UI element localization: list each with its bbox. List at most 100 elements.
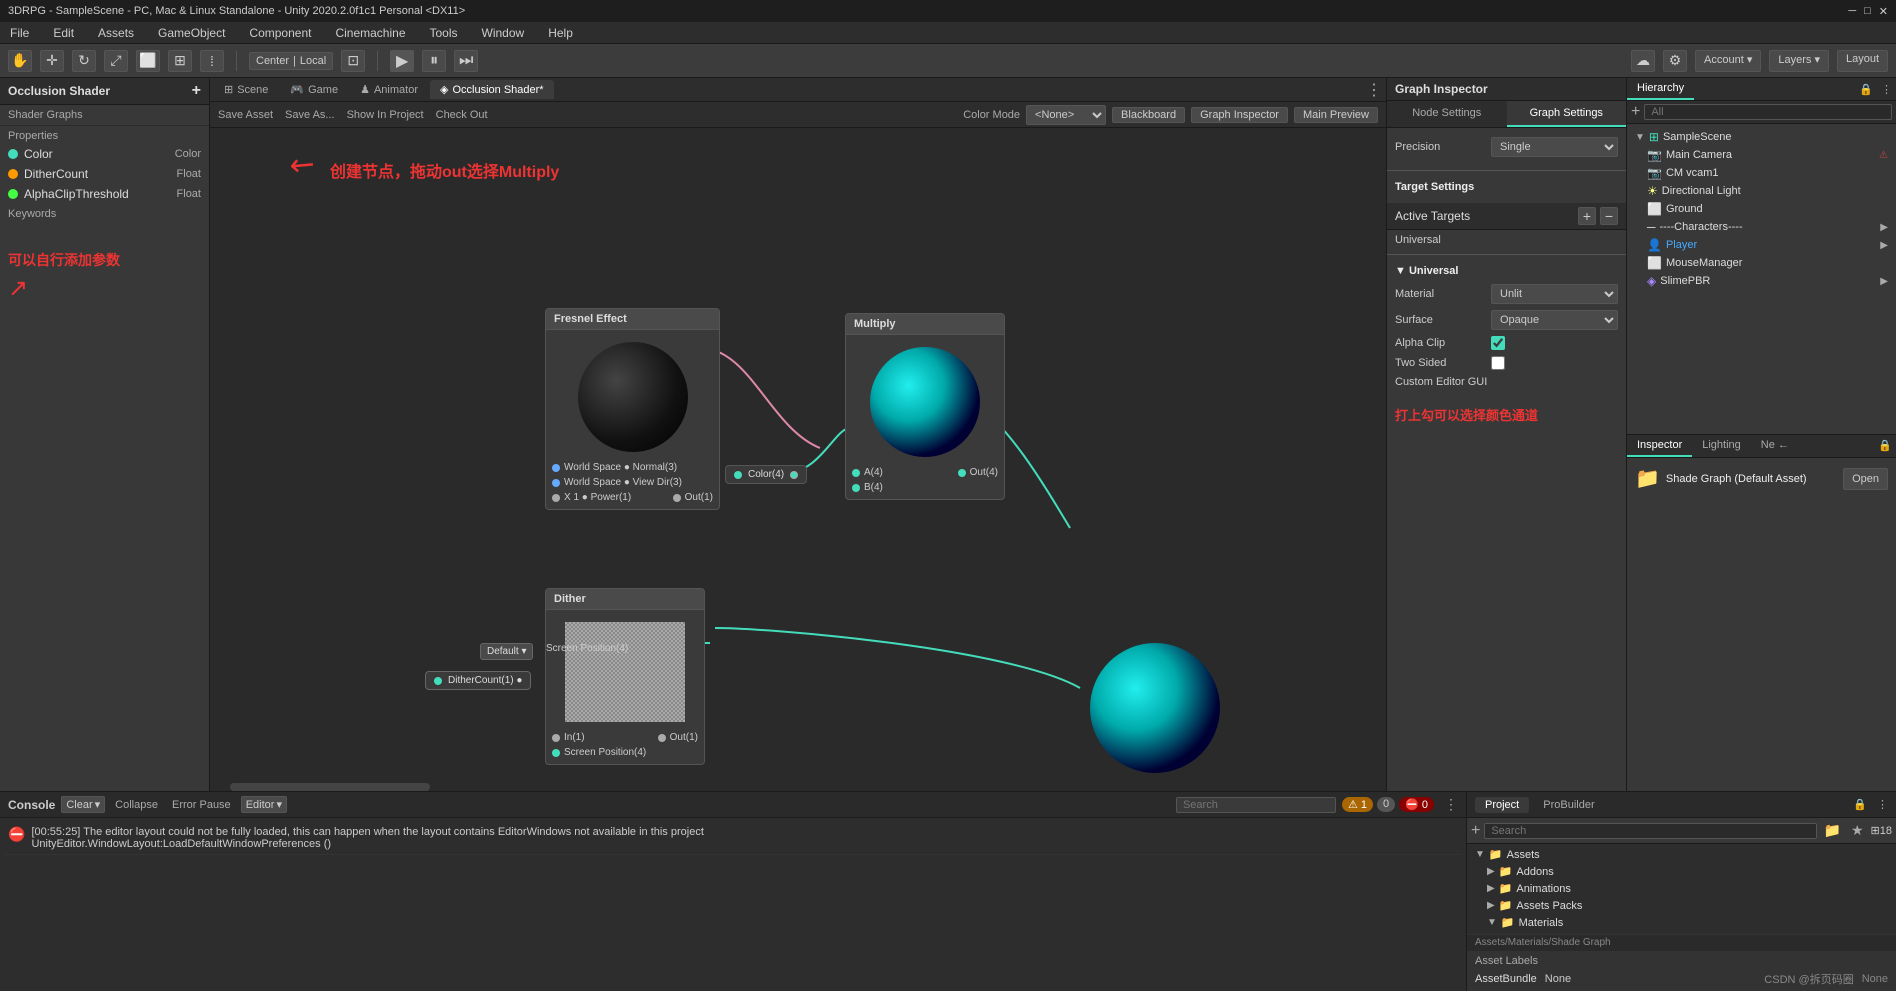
fresnel-normal-port[interactable]: World Space ● Normal(3) bbox=[546, 460, 719, 475]
assets-folder[interactable]: ▼ 📁 Assets bbox=[1467, 846, 1896, 863]
custom-tool-btn[interactable]: ⁞ bbox=[200, 50, 224, 72]
property-dithercount[interactable]: DitherCount Float bbox=[0, 164, 209, 184]
clear-dropdown-btn[interactable]: Clear ▾ bbox=[61, 796, 105, 813]
tab-animator[interactable]: ♟ Animator bbox=[350, 80, 428, 99]
remove-target-btn[interactable]: − bbox=[1600, 207, 1618, 225]
menu-window[interactable]: Window bbox=[476, 24, 531, 42]
addons-folder[interactable]: ▶ 📁 Addons bbox=[1467, 863, 1896, 880]
two-sided-checkbox[interactable] bbox=[1491, 356, 1505, 370]
lighting-tab[interactable]: Lighting bbox=[1692, 435, 1751, 457]
hierarchy-lock-btn[interactable]: 🔒 bbox=[1855, 79, 1877, 100]
dither-node[interactable]: Dither In(1) Out(1) Screen Position(4) bbox=[545, 588, 705, 765]
maximize-btn[interactable]: □ bbox=[1864, 5, 1871, 18]
minimize-btn[interactable]: ─ bbox=[1848, 5, 1856, 18]
save-as-btn[interactable]: Save As... bbox=[285, 109, 335, 121]
h-scrollbar[interactable] bbox=[210, 783, 1386, 791]
menu-gameobject[interactable]: GameObject bbox=[152, 24, 231, 42]
dither-screenpos-port[interactable]: Screen Position(4) bbox=[546, 745, 704, 760]
error-pause-btn[interactable]: Error Pause bbox=[168, 798, 235, 812]
editor-dropdown-btn[interactable]: Editor ▾ bbox=[241, 796, 287, 813]
move-tool-btn[interactable]: ✛ bbox=[40, 50, 64, 72]
tab-occlusion-shader[interactable]: ◈ Occlusion Shader* bbox=[430, 80, 554, 99]
property-alphaclip[interactable]: AlphaClipThreshold Float bbox=[0, 184, 209, 204]
transform-tool-btn[interactable]: ⊞ bbox=[168, 50, 192, 72]
layout-btn[interactable]: Layout bbox=[1837, 50, 1888, 72]
dither-in-port[interactable]: In(1) Out(1) bbox=[546, 730, 704, 745]
add-property-btn[interactable]: + bbox=[192, 82, 201, 100]
hierarchy-player[interactable]: 👤 Player ▶ bbox=[1631, 236, 1892, 254]
hierarchy-ground[interactable]: ⬜ Ground bbox=[1631, 200, 1892, 218]
save-asset-btn[interactable]: Save Asset bbox=[218, 109, 273, 121]
fresnel-power-port[interactable]: X 1 ● Power(1) Out(1) bbox=[546, 490, 719, 505]
collapse-btn[interactable]: Collapse bbox=[111, 798, 162, 812]
precision-select[interactable]: Single Half bbox=[1491, 137, 1618, 157]
hierarchy-characters[interactable]: ─ ----Characters---- ▶ bbox=[1631, 218, 1892, 236]
close-btn[interactable]: ✕ bbox=[1879, 5, 1888, 18]
menu-help[interactable]: Help bbox=[542, 24, 579, 42]
project-add-btn[interactable]: + bbox=[1471, 822, 1480, 840]
h-scrollbar-thumb[interactable] bbox=[230, 783, 430, 791]
blackboard-btn[interactable]: Blackboard bbox=[1112, 107, 1185, 123]
tab-overflow-btn[interactable]: ⋮ bbox=[1366, 80, 1382, 100]
property-color[interactable]: Color Color bbox=[0, 144, 209, 164]
console-entry-0[interactable]: ⛔ [00:55:25] The editor layout could not… bbox=[4, 822, 1462, 855]
project-search-input[interactable] bbox=[1484, 823, 1816, 839]
dithercount-node[interactable]: DitherCount(1) ● bbox=[425, 671, 531, 690]
default-node[interactable]: Default ▾ bbox=[480, 643, 533, 660]
hierarchy-overflow-btn[interactable]: ⋮ bbox=[1877, 79, 1896, 100]
settings-icon[interactable]: ⚙ bbox=[1663, 50, 1687, 72]
check-out-btn[interactable]: Check Out bbox=[436, 109, 488, 121]
fresnel-effect-node[interactable]: Fresnel Effect World Space ● Normal(3) W… bbox=[545, 308, 720, 510]
material-select[interactable]: Unlit Lit bbox=[1491, 284, 1618, 304]
assets-packs-folder[interactable]: ▶ 📁 Assets Packs bbox=[1467, 897, 1896, 914]
play-btn[interactable]: ▶ bbox=[390, 50, 414, 72]
center-local-toggle[interactable]: Center | Local bbox=[249, 52, 333, 70]
hierarchy-search-input[interactable] bbox=[1644, 104, 1892, 120]
inspector-lock-btn[interactable]: 🔒 bbox=[1874, 435, 1896, 457]
shader-graph-canvas[interactable]: 创建节点，拖动out选择Multiply ↘ Fresnel Effect bbox=[210, 128, 1386, 791]
navigation-tab[interactable]: Ne ← bbox=[1751, 435, 1799, 457]
multiply-b-port[interactable]: B(4) bbox=[846, 480, 1004, 495]
menu-cinemachine[interactable]: Cinemachine bbox=[329, 24, 411, 42]
menu-file[interactable]: File bbox=[4, 24, 35, 42]
alpha-clip-checkbox[interactable] bbox=[1491, 336, 1505, 350]
hierarchy-slimepbr[interactable]: ◈ SlimePBR ▶ bbox=[1631, 272, 1892, 290]
console-overflow-btn[interactable]: ⋮ bbox=[1444, 796, 1458, 813]
step-btn[interactable]: ⏭ bbox=[454, 50, 478, 72]
surface-select[interactable]: Opaque Transparent bbox=[1491, 310, 1618, 330]
menu-component[interactable]: Component bbox=[243, 24, 317, 42]
hand-tool-btn[interactable]: ✋ bbox=[8, 50, 32, 72]
hierarchy-add-btn[interactable]: + bbox=[1631, 103, 1640, 121]
hierarchy-mouse-manager[interactable]: ⬜ MouseManager bbox=[1631, 254, 1892, 272]
collab-icon[interactable]: ☁ bbox=[1631, 50, 1655, 72]
add-target-btn[interactable]: + bbox=[1578, 207, 1596, 225]
open-asset-btn[interactable]: Open bbox=[1843, 468, 1888, 490]
project-overflow-btn[interactable]: ⋮ bbox=[1877, 798, 1888, 811]
graph-inspector-btn[interactable]: Graph Inspector bbox=[1191, 107, 1288, 123]
hierarchy-vcam1[interactable]: 📷 CM vcam1 bbox=[1631, 164, 1892, 182]
multiply-node[interactable]: Multiply A(4) Out(4) B(4) bbox=[845, 313, 1005, 500]
tab-game[interactable]: 🎮 Game bbox=[280, 80, 348, 99]
probuilder-tab[interactable]: ProBuilder bbox=[1533, 797, 1604, 813]
tab-graph-settings[interactable]: Graph Settings bbox=[1507, 101, 1627, 127]
account-btn[interactable]: Account ▾ bbox=[1695, 50, 1761, 72]
color-mode-select[interactable]: <None> bbox=[1026, 105, 1106, 125]
multiply-a-port[interactable]: A(4) Out(4) bbox=[846, 465, 1004, 480]
tab-scene[interactable]: ⊞ Scene bbox=[214, 80, 278, 99]
project-tab[interactable]: Project bbox=[1475, 797, 1529, 813]
rect-tool-btn[interactable]: ⬜ bbox=[136, 50, 160, 72]
hierarchy-samplescene[interactable]: ▼ ⊞ SampleScene bbox=[1631, 128, 1892, 146]
fresnel-viewdir-port[interactable]: World Space ● View Dir(3) bbox=[546, 475, 719, 490]
scale-tool-btn[interactable]: ⤢ bbox=[104, 50, 128, 72]
inspector-tab[interactable]: Inspector bbox=[1627, 435, 1692, 457]
menu-tools[interactable]: Tools bbox=[424, 24, 464, 42]
pause-btn[interactable]: ⏸ bbox=[422, 50, 446, 72]
universal-item[interactable]: Universal bbox=[1387, 230, 1626, 250]
animations-folder[interactable]: ▶ 📁 Animations bbox=[1467, 880, 1896, 897]
tab-node-settings[interactable]: Node Settings bbox=[1387, 101, 1507, 127]
extra-btn[interactable]: ⊡ bbox=[341, 50, 365, 72]
layers-btn[interactable]: Layers ▾ bbox=[1769, 50, 1829, 72]
hierarchy-tab[interactable]: Hierarchy bbox=[1627, 78, 1694, 100]
project-lock-btn[interactable]: 🔒 bbox=[1853, 798, 1867, 811]
console-search[interactable] bbox=[1176, 797, 1336, 813]
